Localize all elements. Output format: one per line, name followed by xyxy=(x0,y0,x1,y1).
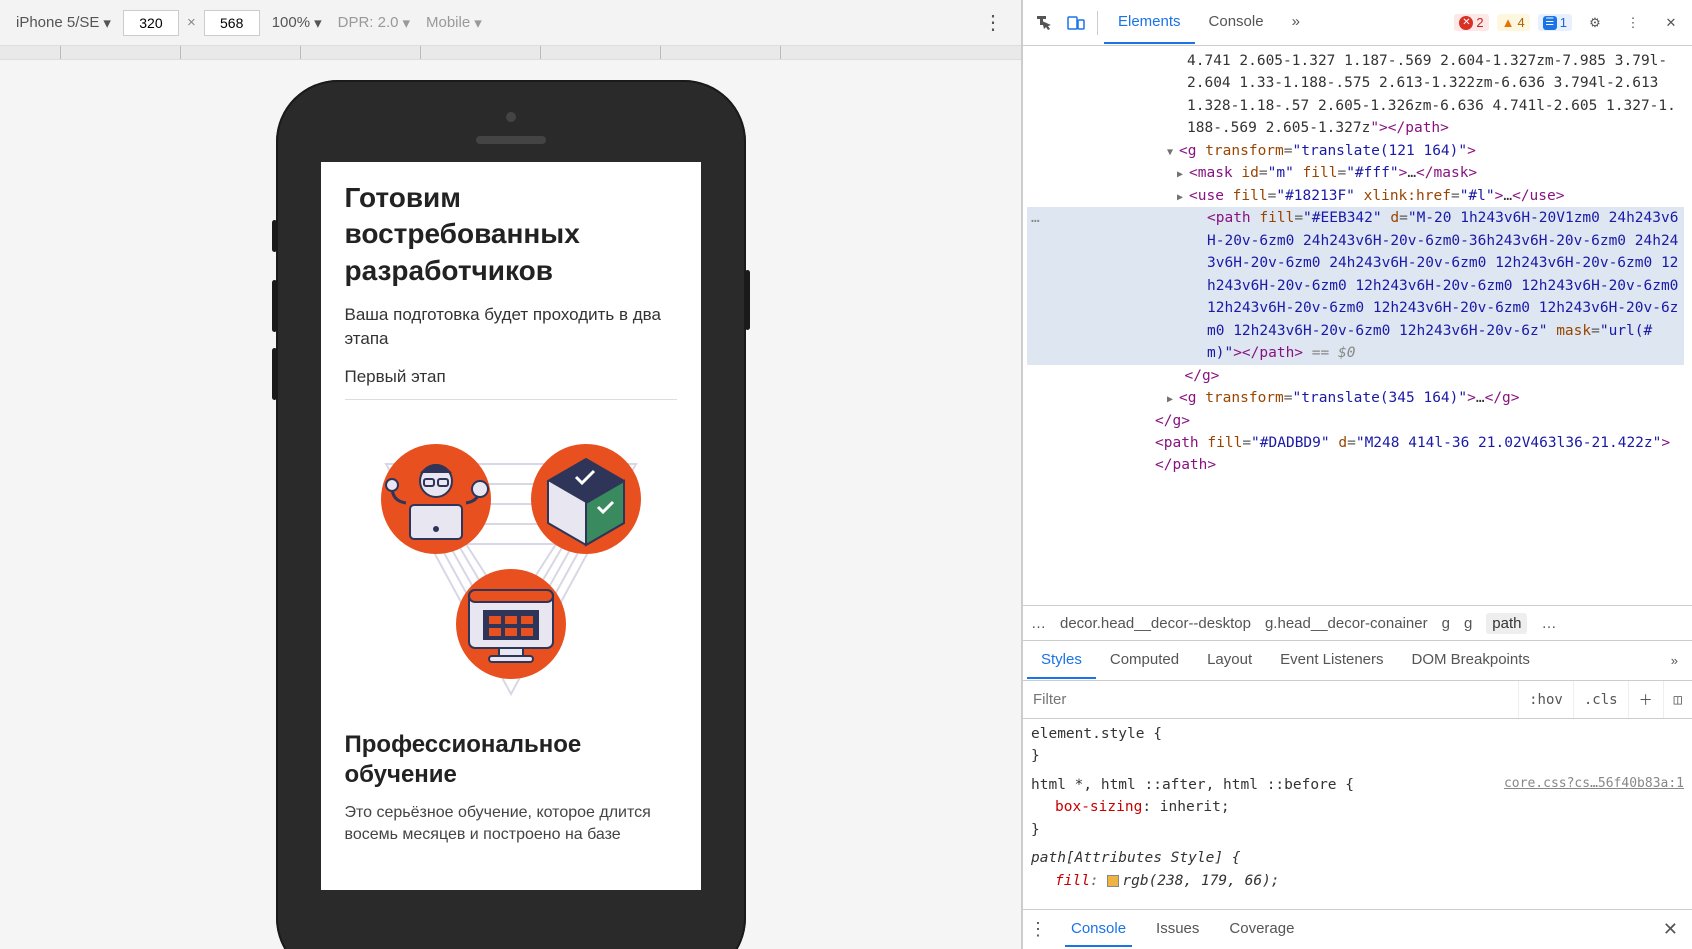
tab-styles[interactable]: Styles xyxy=(1027,642,1096,679)
tab-console[interactable]: Console xyxy=(1195,1,1278,44)
phone-screen[interactable]: Готовим востребованных разработчиков Ваш… xyxy=(321,162,701,890)
rule-selector: element.style { xyxy=(1031,723,1684,745)
styles-tabs: Styles Computed Layout Event Listeners D… xyxy=(1023,641,1692,681)
warning-badge[interactable]: ▲4 xyxy=(1497,14,1530,31)
tab-dom-breakpoints[interactable]: DOM Breakpoints xyxy=(1398,642,1544,679)
error-count: 2 xyxy=(1476,15,1483,30)
device-mode-icon[interactable] xyxy=(1061,8,1091,38)
drawer-tab-issues[interactable]: Issues xyxy=(1150,912,1205,947)
new-rule-button[interactable]: ＋ xyxy=(1628,681,1663,718)
gear-icon[interactable]: ⚙ xyxy=(1580,8,1610,38)
breadcrumb: … decor.head__decor--desktop g.head__dec… xyxy=(1023,605,1692,641)
breadcrumb-item-active[interactable]: path xyxy=(1486,613,1527,634)
breadcrumb-item[interactable]: g xyxy=(1464,615,1472,632)
chevron-down-icon: ▾ xyxy=(314,14,322,32)
section-body: Это серьёзное обучение, которое длится в… xyxy=(345,802,677,847)
viewport-area: Готовим востребованных разработчиков Ваш… xyxy=(0,60,1021,949)
phone-side-button xyxy=(272,280,277,332)
phone-side-button xyxy=(272,348,277,400)
drawer-tab-console[interactable]: Console xyxy=(1065,912,1132,947)
prop-name: fill xyxy=(1055,873,1090,889)
devtools-toolbar: Elements Console » ✕2 ▲4 ☰1 ⚙ ⋮ ✕ xyxy=(1023,0,1692,46)
tab-more[interactable]: » xyxy=(1278,1,1314,44)
tab-computed[interactable]: Computed xyxy=(1096,642,1193,679)
breadcrumb-item[interactable]: … xyxy=(1031,615,1046,632)
prop-value: rgb(238, 179, 66); xyxy=(1122,873,1279,889)
device-toolbar: iPhone 5/SE ▾ × 100% ▾ DPR: 2.0 ▾ Mobile… xyxy=(0,0,1021,46)
app-root: iPhone 5/SE ▾ × 100% ▾ DPR: 2.0 ▾ Mobile… xyxy=(0,0,1692,949)
info-count: 1 xyxy=(1560,15,1567,30)
phone-side-button xyxy=(272,220,277,252)
page-content: Готовим востребованных разработчиков Ваш… xyxy=(321,162,701,865)
styles-filter-input[interactable] xyxy=(1023,691,1518,708)
drawer-tab-coverage[interactable]: Coverage xyxy=(1223,912,1300,947)
device-menu-button[interactable]: ⋮ xyxy=(977,10,1009,35)
device-select[interactable]: iPhone 5/SE ▾ xyxy=(12,12,115,34)
phone-camera xyxy=(506,112,516,122)
toggle-sidebar-icon[interactable]: ◫ xyxy=(1663,681,1692,718)
divider xyxy=(345,399,677,400)
breadcrumb-item[interactable]: decor.head__decor--desktop xyxy=(1060,615,1251,632)
page-heading: Готовим востребованных разработчиков xyxy=(345,180,677,289)
info-badge[interactable]: ☰1 xyxy=(1538,14,1572,31)
color-swatch[interactable] xyxy=(1107,875,1119,887)
breadcrumb-item[interactable]: g.head__decor-conainer xyxy=(1265,615,1428,632)
style-rule[interactable]: path[Attributes Style] { fill: rgb(238, … xyxy=(1031,847,1684,892)
phone-frame: Готовим востребованных разработчиков Ваш… xyxy=(276,80,746,949)
cls-toggle[interactable]: .cls xyxy=(1573,681,1628,718)
chevron-down-icon: ▾ xyxy=(474,14,482,32)
tab-elements[interactable]: Elements xyxy=(1104,1,1195,44)
rule-source-link[interactable]: core.css?cs…56f40b83a:1 xyxy=(1504,774,1684,794)
dpr-value: DPR: 2.0 xyxy=(338,14,399,31)
devtools-tabs: Elements Console » xyxy=(1104,1,1314,44)
warning-count: 4 xyxy=(1518,15,1525,30)
height-input[interactable] xyxy=(204,10,260,36)
drawer-close-icon[interactable]: ✕ xyxy=(1655,915,1686,944)
throttle-value: Mobile xyxy=(426,14,470,31)
drawer: ⋮ Console Issues Coverage ✕ xyxy=(1023,909,1692,949)
breadcrumb-more[interactable]: … xyxy=(1541,615,1556,632)
kebab-icon[interactable]: ⋮ xyxy=(1618,8,1648,38)
illustration xyxy=(345,424,677,704)
device-name: iPhone 5/SE xyxy=(16,14,99,31)
error-badge[interactable]: ✕2 xyxy=(1454,14,1488,31)
zoom-select[interactable]: 100% ▾ xyxy=(268,12,326,34)
close-icon[interactable]: ✕ xyxy=(1656,8,1686,38)
stage-label: Первый этап xyxy=(345,367,677,387)
rule-selector: path[Attributes Style] { xyxy=(1031,847,1684,869)
prop-name: box-sizing xyxy=(1055,799,1142,815)
throttle-select[interactable]: Mobile ▾ xyxy=(422,12,486,34)
dpr-select[interactable]: DPR: 2.0 ▾ xyxy=(334,12,414,34)
width-input[interactable] xyxy=(123,10,179,36)
style-rule[interactable]: core.css?cs…56f40b83a:1 html *, html ::a… xyxy=(1031,774,1684,841)
viewport-pane: iPhone 5/SE ▾ × 100% ▾ DPR: 2.0 ▾ Mobile… xyxy=(0,0,1022,949)
inspect-icon[interactable] xyxy=(1029,8,1059,38)
tab-layout[interactable]: Layout xyxy=(1193,642,1266,679)
dom-tree[interactable]: 4.741 2.605-1.327 1.187-.569 2.604-1.327… xyxy=(1023,46,1692,605)
breadcrumb-item[interactable]: g xyxy=(1442,615,1450,632)
chevron-down-icon: ▾ xyxy=(103,14,111,32)
style-rule[interactable]: element.style { } xyxy=(1031,723,1684,768)
ruler xyxy=(0,46,1021,60)
chevron-down-icon: ▾ xyxy=(402,14,410,32)
selected-node[interactable]: <path fill="#EEB342" d="M-20 1h243v6H-20… xyxy=(1027,207,1684,364)
styles-body[interactable]: element.style { } core.css?cs…56f40b83a:… xyxy=(1023,719,1692,909)
prop-value: inherit; xyxy=(1160,799,1230,815)
page-subtitle: Ваша подготовка будет проходить в два эт… xyxy=(345,303,677,351)
tab-event-listeners[interactable]: Event Listeners xyxy=(1266,642,1397,679)
phone-speaker xyxy=(476,136,546,144)
drawer-menu-icon[interactable]: ⋮ xyxy=(1029,919,1047,940)
hov-toggle[interactable]: :hov xyxy=(1518,681,1573,718)
devtools-pane: Elements Console » ✕2 ▲4 ☰1 ⚙ ⋮ ✕ 4.741 … xyxy=(1022,0,1692,949)
phone-side-button xyxy=(745,270,750,330)
styles-filter-row: :hov .cls ＋ ◫ xyxy=(1023,681,1692,719)
styles-tabs-more[interactable]: » xyxy=(1661,647,1688,674)
dimension-separator: × xyxy=(187,14,196,31)
section-heading: Профессиональное обучение xyxy=(345,730,677,790)
zoom-value: 100% xyxy=(272,14,310,31)
